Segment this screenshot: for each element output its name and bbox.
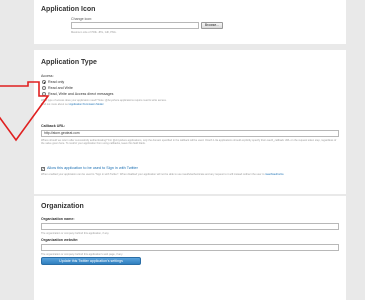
callback-url-input[interactable]: http://atom.geoteat.com — [41, 130, 339, 137]
callback-hint: Where should we return after successfull… — [41, 139, 337, 146]
organization-section: Organization Organization name: The orga… — [34, 196, 346, 300]
organization-name-label: Organization name: — [41, 217, 75, 221]
organization-website-input[interactable] — [41, 244, 339, 251]
access-hint: What type of access does your applicatio… — [41, 99, 167, 102]
icon-file-input[interactable] — [71, 22, 199, 29]
access-option-label: Read, Write and Access direct messages — [48, 92, 114, 96]
organization-name-hint: The organization or company behind this … — [41, 232, 110, 235]
signin-checkbox[interactable] — [41, 166, 45, 171]
icon-size-hint: Maximum size of 700k. JPG, GIF, PNG. — [71, 31, 117, 34]
application-type-section: Application Type Access: Read only Read … — [34, 50, 346, 194]
access-option-read-write-dm[interactable]: Read, Write and Access direct messages — [42, 92, 114, 97]
radio-read-only[interactable] — [42, 80, 46, 85]
oauth-authorize-link[interactable]: /oauth/authorize — [265, 173, 284, 176]
update-settings-button[interactable]: Update this Twitter application's settin… — [41, 257, 141, 265]
access-hint-more: Find out more about our Application Perm… — [41, 103, 103, 106]
organization-website-label: Organization website: — [41, 238, 79, 242]
signin-hint: When enabled your application can be use… — [41, 173, 339, 176]
signin-hint-text: When enabled your application can be use… — [41, 173, 265, 176]
settings-page: Application Icon Change icon: Browse... … — [0, 0, 365, 300]
access-hint-text: Find out more about our — [41, 103, 69, 106]
organization-website-hint: The organization or company behind this … — [41, 253, 123, 256]
access-label: Access: — [41, 74, 54, 78]
access-option-label: Read and Write — [48, 86, 73, 90]
access-option-read-write[interactable]: Read and Write — [42, 86, 73, 91]
section-title-organization: Organization — [41, 203, 84, 210]
change-icon-label: Change icon: — [71, 17, 93, 21]
radio-read-write-dm[interactable] — [42, 92, 46, 97]
callback-url-label: Callback URL: — [41, 124, 66, 128]
browse-button[interactable]: Browse... — [201, 22, 223, 29]
signin-checkbox-label[interactable]: Allow this application to be used to Sig… — [47, 166, 138, 170]
radio-read-write[interactable] — [42, 86, 46, 91]
application-icon-section: Application Icon Change icon: Browse... … — [34, 0, 346, 44]
access-option-label: Read only — [48, 80, 65, 84]
section-title-application-type: Application Type — [41, 59, 97, 66]
permission-model-link[interactable]: Application Permission Model — [69, 103, 103, 106]
access-option-read-only[interactable]: Read only — [42, 80, 65, 85]
organization-name-input[interactable] — [41, 223, 339, 230]
section-title-application-icon: Application Icon — [41, 6, 96, 13]
